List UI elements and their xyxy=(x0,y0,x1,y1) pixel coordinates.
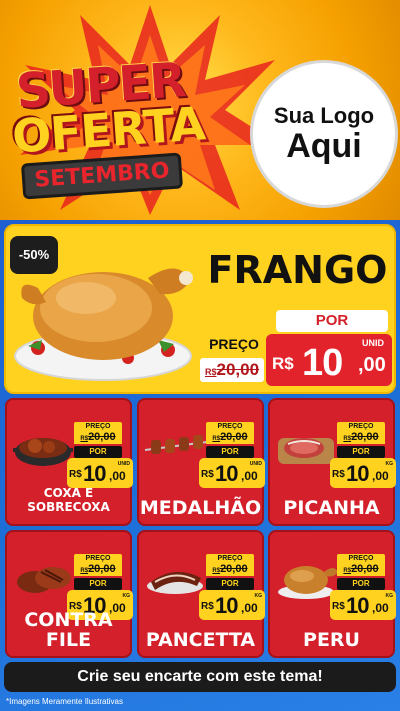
old-price-currency: R$ xyxy=(343,568,352,574)
old-price-value: 20,00 xyxy=(351,431,379,443)
product-name: COXA E SOBRECOXA xyxy=(27,486,110,514)
price-decimal: ,00 xyxy=(372,601,389,615)
product-por-label: POR xyxy=(74,578,122,590)
product-card[interactable]: PREÇO R$20,00 POR R$ 10 ,00 KG PICANHA xyxy=(268,398,396,526)
create-flyer-button[interactable]: Crie seu encarte com este tema! xyxy=(4,662,396,692)
product-price-label: PREÇO xyxy=(74,422,122,431)
old-price-value: 20,00 xyxy=(220,431,248,443)
old-price-currency: R$ xyxy=(343,436,352,442)
price-currency: R$ xyxy=(332,601,345,612)
price-unit: KG xyxy=(385,593,394,599)
product-card[interactable]: PREÇO R$20,00 POR R$ 10 ,00 UNID COXA E … xyxy=(5,398,133,526)
price-decimal: ,00 xyxy=(372,469,389,483)
price-unit: KG xyxy=(122,593,131,599)
old-price-value: 20,00 xyxy=(351,563,379,575)
featured-product-name: FRANGO xyxy=(207,248,388,292)
product-price-label: PREÇO xyxy=(206,422,254,431)
product-por-label: POR xyxy=(337,446,385,458)
price-integer: 10 xyxy=(215,461,239,486)
old-price-value: 20,00 xyxy=(216,360,260,379)
product-por-label: POR xyxy=(74,446,122,458)
old-price-currency: R$ xyxy=(80,568,89,574)
product-card[interactable]: PREÇO R$20,00 POR R$ 10 ,00 KG CONTRA FI… xyxy=(5,530,133,658)
featured-unit: UNID xyxy=(362,338,384,348)
product-por-label: POR xyxy=(337,578,385,590)
price-integer: 10 xyxy=(346,461,370,486)
old-price-currency: R$ xyxy=(80,436,89,442)
price-currency: R$ xyxy=(69,469,82,480)
product-name: PICANHA xyxy=(283,497,380,519)
product-new-price: R$ 10 ,00 KG xyxy=(330,590,396,620)
product-new-price: R$ 10 ,00 KG xyxy=(199,590,265,620)
featured-price-decimal: ,00 xyxy=(358,354,386,376)
old-price-value: 20,00 xyxy=(88,563,116,575)
product-price-label: PREÇO xyxy=(206,554,254,563)
price-unit: KG xyxy=(254,593,263,599)
product-old-price: R$20,00 xyxy=(206,563,254,576)
product-old-price: R$20,00 xyxy=(206,431,254,444)
product-price-label: PREÇO xyxy=(337,422,385,431)
discount-badge: -50% xyxy=(10,236,58,274)
featured-new-price: UNID R$ 10 ,00 xyxy=(266,334,392,386)
product-price-label: PREÇO xyxy=(74,554,122,563)
old-price-value: 20,00 xyxy=(88,431,116,443)
price-decimal: ,00 xyxy=(109,469,126,483)
product-name: PERU xyxy=(303,629,360,651)
price-decimal: ,00 xyxy=(241,601,258,615)
price-unit: UNID xyxy=(117,461,130,467)
old-price-value: 20,00 xyxy=(220,563,248,575)
price-currency: R$ xyxy=(332,469,345,480)
price-currency: R$ xyxy=(201,601,214,612)
featured-price-label: PREÇO xyxy=(209,336,259,352)
product-por-label: POR xyxy=(206,578,254,590)
old-price-currency: R$ xyxy=(212,568,221,574)
product-old-price: R$20,00 xyxy=(337,431,385,444)
price-integer: 10 xyxy=(83,461,107,486)
old-price-currency: R$ xyxy=(204,367,217,377)
featured-currency: R$ xyxy=(272,354,294,373)
product-name: CONTRA FILE xyxy=(24,609,113,651)
product-new-price: R$ 10 ,00 KG xyxy=(330,458,396,488)
featured-old-price: R$20,00 xyxy=(200,358,264,382)
logo-text-line2: Aqui xyxy=(286,126,362,165)
price-decimal: ,00 xyxy=(241,469,258,483)
price-integer: 10 xyxy=(215,593,239,618)
price-integer: 10 xyxy=(346,593,370,618)
product-card[interactable]: PREÇO R$20,00 POR R$ 10 ,00 UNID MEDALHÃ… xyxy=(137,398,265,526)
product-new-price: R$ 10 ,00 UNID xyxy=(199,458,265,488)
product-name: PANCETTA xyxy=(145,629,256,651)
product-price-label: PREÇO xyxy=(337,554,385,563)
logo-placeholder[interactable]: Sua Logo Aqui xyxy=(250,60,398,208)
logo-text-line1: Sua Logo xyxy=(273,102,375,128)
old-price-currency: R$ xyxy=(212,436,221,442)
product-old-price: R$20,00 xyxy=(337,563,385,576)
product-old-price: R$20,00 xyxy=(74,563,122,576)
price-unit: KG xyxy=(385,461,394,467)
featured-por-label: POR xyxy=(276,310,388,332)
header-banner: SUPER OFERTA SETEMBRO Sua Logo Aqui xyxy=(0,0,400,220)
disclaimer-footnote: *Imagens Meramente Ilustrativas xyxy=(6,697,123,706)
price-currency: R$ xyxy=(201,469,214,480)
product-new-price: R$ 10 ,00 UNID xyxy=(67,458,133,488)
product-card[interactable]: PREÇO R$20,00 POR R$ 10 ,00 KG PANCETTA xyxy=(137,530,265,658)
featured-price-integer: 10 xyxy=(302,342,343,384)
price-unit: UNID xyxy=(249,461,262,467)
product-por-label: POR xyxy=(206,446,254,458)
product-card[interactable]: PREÇO R$20,00 POR R$ 10 ,00 KG PERU xyxy=(268,530,396,658)
product-name: MEDALHÃO xyxy=(139,497,262,519)
product-old-price: R$20,00 xyxy=(74,431,122,444)
